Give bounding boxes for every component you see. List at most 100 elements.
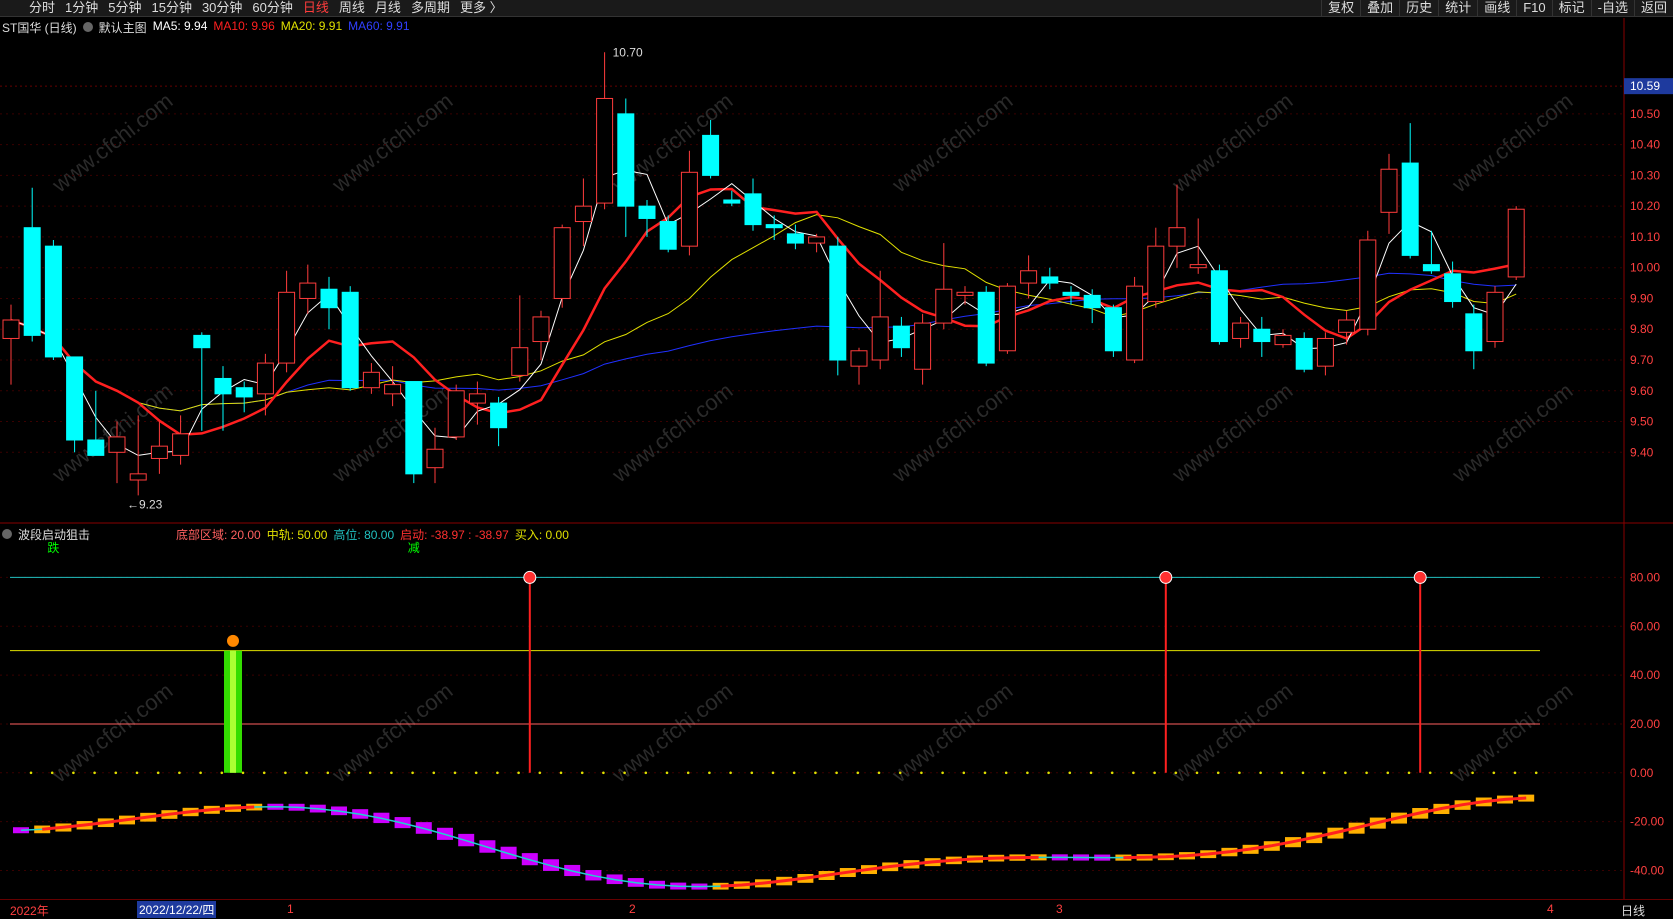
wave-bar [988,854,1005,862]
wave-bar [203,805,220,814]
wave-bar [1497,795,1513,804]
fall-marker: 跌 [47,540,59,555]
period-tabs: 分时 1分钟 5分钟 15分钟 30分钟 60分钟 日线 周线 月线 多周期 更多 〉 [24,0,508,16]
candle-body [1147,245,1165,303]
price-tag-bg [1624,78,1673,95]
tool-button-1[interactable]: 叠加 [1360,0,1399,16]
cursor-date: 2022/12/22/四 [137,901,217,918]
wave-bar [140,812,157,822]
watermark: www.cfchi.com [1167,677,1298,788]
high-price-label: 10.70 [613,45,643,59]
candle-body [235,387,253,398]
zero-dot [390,771,393,775]
period-tab-10[interactable]: 更多 〉 [455,0,508,16]
wave-bar [733,881,750,889]
wave-bar [373,812,390,824]
zero-dot [750,771,754,775]
zero-dot [178,771,181,775]
zero-dot [792,771,796,775]
tool-button-6[interactable]: 标记 [1551,0,1591,16]
wave-bar [1475,797,1492,807]
period-toolbar: 分时 1分钟 5分钟 15分钟 30分钟 60分钟 日线 周线 月线 多周期 更多 〉 复权 叠加 历史… [0,0,1673,17]
wave-bar [967,855,983,863]
zero-dot [1301,771,1305,775]
period-tab-7[interactable]: 周线 [334,0,370,16]
tool-button-5[interactable]: F10 [1516,0,1551,16]
candle-body [299,282,317,299]
tool-button-0[interactable]: 复权 [1321,0,1360,16]
tool-buttons: 复权 叠加 历史 统计 画线 F10 标记 -自选 返回 [1321,0,1673,16]
candle-body [1444,273,1462,303]
watermark: www.cfchi.com [1447,377,1578,488]
tool-button-2[interactable]: 历史 [1399,0,1438,16]
candle-body [193,334,211,349]
indicator-title[interactable]: 波段启动狙击 [18,526,90,542]
high-zone-value: 高位: 80.00 [333,528,395,542]
tool-button-3[interactable]: 统计 [1438,0,1477,16]
template-toggle-icon[interactable] [82,22,93,32]
kline-chart[interactable]: 10.5010.4010.3010.2010.1010.009.909.809.… [0,0,1673,917]
wave-bar [34,825,51,834]
zero-dot [1132,771,1135,775]
wave-bar [1285,837,1301,848]
wave-bar [903,860,920,869]
candle-body [850,350,868,367]
tool-button-8[interactable]: 返回 [1633,0,1673,16]
candle-body [680,171,698,247]
period-tab-6[interactable]: 日线 [298,0,334,16]
stock-title[interactable]: ST国华 (日线) [2,19,77,35]
watermark: www.cfchi.com [47,677,178,788]
bottom-zone-value: 底部区域: 20.00 [176,528,261,542]
price-tick-7: 9.80 [1630,322,1654,336]
indicator-toggle-icon[interactable] [2,529,12,539]
candle-body [44,245,62,358]
period-tab-0[interactable]: 分时 [24,0,60,16]
tool-button-7[interactable]: -自选 [1590,0,1634,16]
wave-bar [97,818,114,828]
candle-body [1253,328,1271,343]
wave-bar [1242,844,1259,854]
indicator-tick-3: 20.00 [1630,717,1660,731]
wave-bar [818,871,835,880]
period-tab-4[interactable]: 30分钟 [197,0,247,16]
watermark: www.cfchi.com [887,677,1018,788]
zero-dot [686,771,690,775]
wave-bar [649,880,665,889]
candle-body [1380,168,1398,213]
year-label: 2022年 [10,904,49,918]
wave-bar [924,858,941,867]
watermark: www.cfchi.com [887,87,1018,198]
wave-bar [352,809,369,819]
period-tab-8[interactable]: 月线 [370,0,406,16]
period-tab-2[interactable]: 5分钟 [103,0,146,16]
zero-dot [877,771,881,775]
wave-rise-line [720,855,1039,888]
ma10-value: MA10: 9.96 [213,19,275,33]
watermark: www.cfchi.com [887,377,1018,488]
wave-bar [521,853,538,866]
template-name[interactable]: 默认主图 [99,19,147,35]
price-tick-4: 10.10 [1630,230,1660,244]
candle-body [977,291,995,364]
tool-button-4[interactable]: 画线 [1477,0,1516,16]
zero-dot [517,771,520,775]
wave-bar [585,870,602,881]
zero-dot [1004,771,1008,775]
period-tab-5[interactable]: 60分钟 [247,0,297,16]
zero-dot [474,771,478,775]
zero-dot [856,771,860,775]
period-tab-9[interactable]: 多周期 [406,0,455,16]
zero-dot [114,771,118,775]
wave-bar [1391,812,1407,824]
wave-bar [55,823,72,832]
candle-body [1507,208,1525,278]
wave-bar [309,804,326,813]
candle-body [871,316,889,361]
candle-body [702,134,720,176]
wave-bar [1051,854,1068,861]
period-tab-3[interactable]: 15分钟 [146,0,196,16]
zero-dot [1365,771,1368,775]
period-tab-1[interactable]: 1分钟 [60,0,103,16]
price-tick-10: 9.50 [1630,415,1654,429]
drop-marker: 减 [408,541,420,555]
